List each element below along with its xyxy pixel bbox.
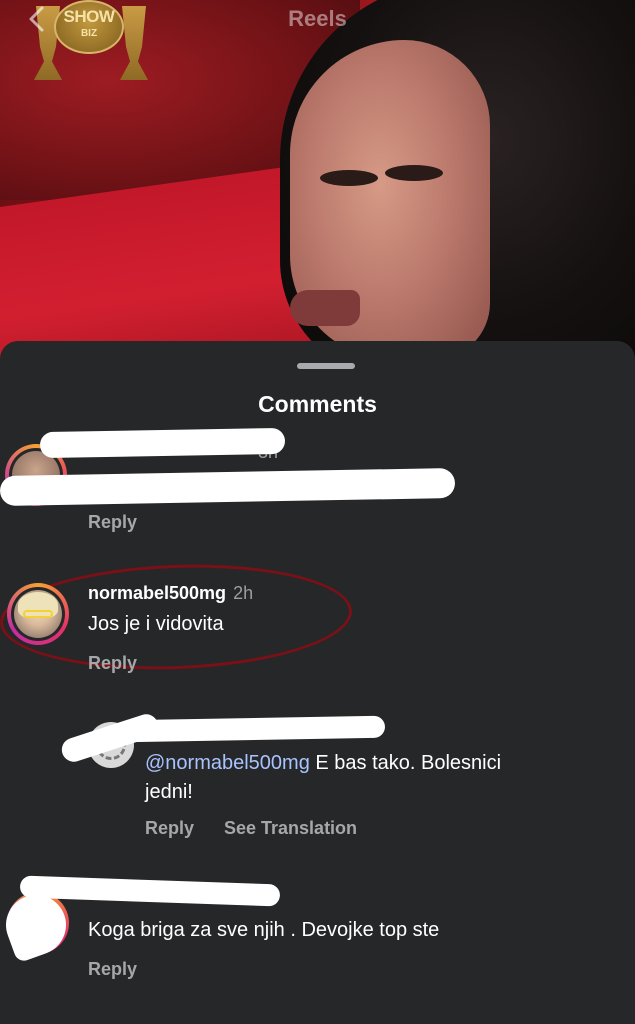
video-lips bbox=[290, 290, 360, 326]
reply-button[interactable]: Reply bbox=[88, 959, 137, 980]
comment-text: Jos je i vidovita bbox=[88, 613, 224, 635]
comment-time: 2h bbox=[233, 583, 254, 603]
reply-button[interactable]: Reply bbox=[88, 653, 137, 674]
sheet-grabber-handle[interactable] bbox=[297, 363, 355, 369]
mention-link[interactable]: @normabel500mg bbox=[145, 752, 310, 774]
comment-text: Koga briga za sve njih . Devojke top ste bbox=[88, 919, 440, 941]
screen-title: Reels bbox=[288, 6, 347, 31]
video-eye-left bbox=[320, 170, 378, 186]
redaction-mark bbox=[119, 715, 386, 743]
see-translation-button[interactable]: See Translation bbox=[224, 818, 357, 839]
sheet-title: Comments bbox=[258, 391, 377, 417]
comment-avatar[interactable] bbox=[7, 583, 69, 645]
reply-text: @normabel500mg E bas tako. Bolesnici jedn… bbox=[145, 752, 502, 803]
video-eye-right bbox=[385, 165, 443, 181]
comment-username[interactable]: normabel500mg 2h bbox=[88, 583, 253, 604]
redaction-mark bbox=[39, 427, 286, 459]
comment-username-text: normabel500mg bbox=[88, 583, 227, 603]
reply-button[interactable]: Reply bbox=[88, 512, 137, 533]
sunglasses-icon bbox=[23, 610, 53, 618]
reply-button[interactable]: Reply bbox=[145, 818, 194, 839]
